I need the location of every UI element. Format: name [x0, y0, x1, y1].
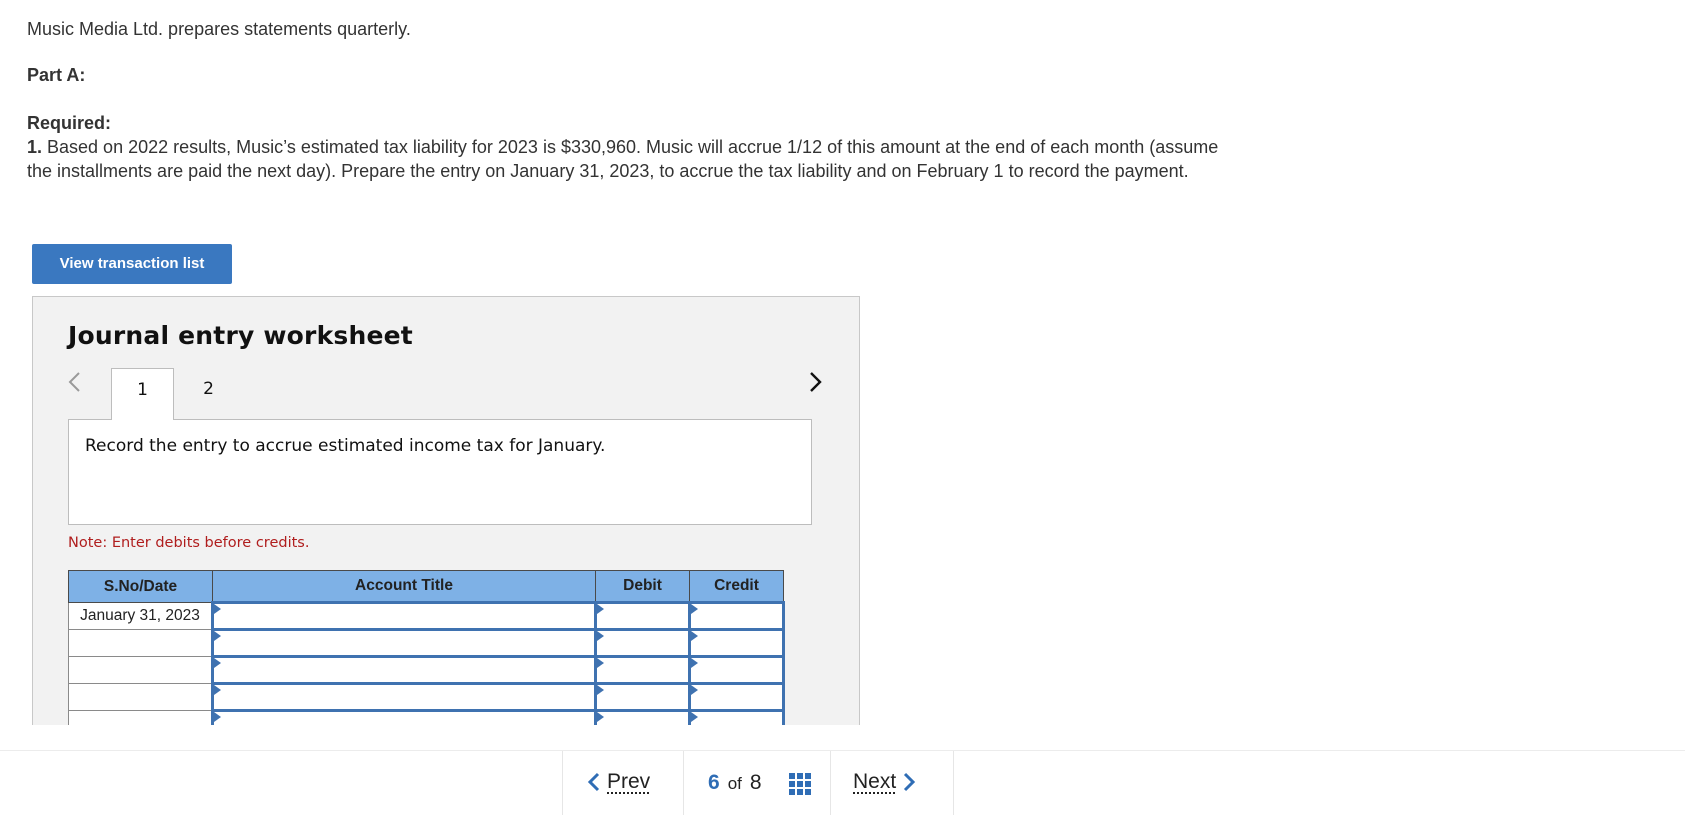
- entry-instruction-panel: Record the entry to accrue estimated inc…: [68, 419, 812, 525]
- tab-entry-2[interactable]: 2: [177, 368, 240, 420]
- next-entry-arrow[interactable]: [803, 367, 827, 397]
- date-cell: [68, 629, 213, 657]
- debit-input[interactable]: [594, 628, 691, 658]
- date-cell: [68, 710, 213, 725]
- chevron-right-icon: [810, 372, 822, 392]
- question-content: Music Media Ltd. prepares statements qua…: [0, 0, 1685, 725]
- debit-input[interactable]: [594, 655, 691, 685]
- credit-input[interactable]: [688, 628, 785, 658]
- worksheet-title: Journal entry worksheet: [68, 321, 413, 350]
- view-transaction-list-button[interactable]: View transaction list: [32, 244, 232, 284]
- account-title-input[interactable]: [211, 628, 597, 658]
- credit-input[interactable]: [688, 601, 785, 631]
- footer-bar: Prev 6 of 8 Next: [0, 750, 1685, 825]
- required-section: Required: 1. Based on 2022 results, Musi…: [27, 111, 1227, 183]
- prev-button[interactable]: Prev: [583, 769, 650, 795]
- part-label: Part A:: [27, 65, 86, 85]
- question-number: 1.: [27, 137, 43, 157]
- account-title-input[interactable]: [211, 601, 597, 631]
- journal-entry-worksheet: Journal entry worksheet 1 2 Record the e…: [32, 296, 860, 725]
- grid-icon[interactable]: [789, 773, 811, 795]
- next-button[interactable]: Next: [853, 769, 920, 795]
- chevron-left-icon: [68, 372, 80, 392]
- page-of-label: of: [727, 774, 742, 793]
- date-cell: [68, 656, 213, 684]
- chevron-right-icon: [904, 772, 916, 792]
- header-credit: Credit: [689, 570, 784, 603]
- debit-input[interactable]: [594, 709, 691, 725]
- current-page: 6: [708, 771, 720, 794]
- table-row: [68, 655, 785, 685]
- debit-input[interactable]: [594, 601, 691, 631]
- table-row: January 31, 2023: [68, 601, 785, 631]
- table-header-row: S.No/Date Account Title Debit Credit: [68, 570, 784, 603]
- page-counter: 6 of 8: [708, 771, 762, 795]
- account-title-input[interactable]: [211, 682, 597, 712]
- question-pager: Prev 6 of 8 Next: [562, 751, 954, 815]
- table-row: [68, 682, 785, 712]
- header-debit: Debit: [595, 570, 690, 603]
- journal-table: S.No/Date Account Title Debit Credit Jan…: [68, 570, 785, 725]
- credit-input[interactable]: [688, 655, 785, 685]
- credit-input[interactable]: [688, 682, 785, 712]
- total-pages: 8: [749, 771, 762, 794]
- pager-divider: [830, 751, 831, 815]
- credit-input[interactable]: [688, 709, 785, 725]
- debit-credit-note: Note: Enter debits before credits.: [68, 535, 310, 551]
- tab-entry-1[interactable]: 1: [111, 368, 174, 420]
- entry-instruction: Record the entry to accrue estimated inc…: [85, 436, 606, 456]
- pager-divider: [683, 751, 684, 815]
- header-account-title: Account Title: [212, 570, 596, 603]
- required-label: Required:: [27, 113, 112, 133]
- next-label[interactable]: Next: [853, 770, 896, 794]
- question-text: Based on 2022 results, Music’s estimated…: [27, 137, 1219, 181]
- intro-text: Music Media Ltd. prepares statements qua…: [27, 19, 411, 39]
- previous-entry-arrow[interactable]: [63, 367, 87, 397]
- date-cell: [68, 683, 213, 711]
- table-row: [68, 709, 785, 725]
- account-title-input[interactable]: [211, 709, 597, 725]
- prev-label[interactable]: Prev: [607, 770, 650, 794]
- date-cell: January 31, 2023: [68, 602, 213, 630]
- header-date: S.No/Date: [68, 570, 213, 603]
- chevron-left-icon: [587, 772, 600, 792]
- table-row: [68, 628, 785, 658]
- debit-input[interactable]: [594, 682, 691, 712]
- account-title-input[interactable]: [211, 655, 597, 685]
